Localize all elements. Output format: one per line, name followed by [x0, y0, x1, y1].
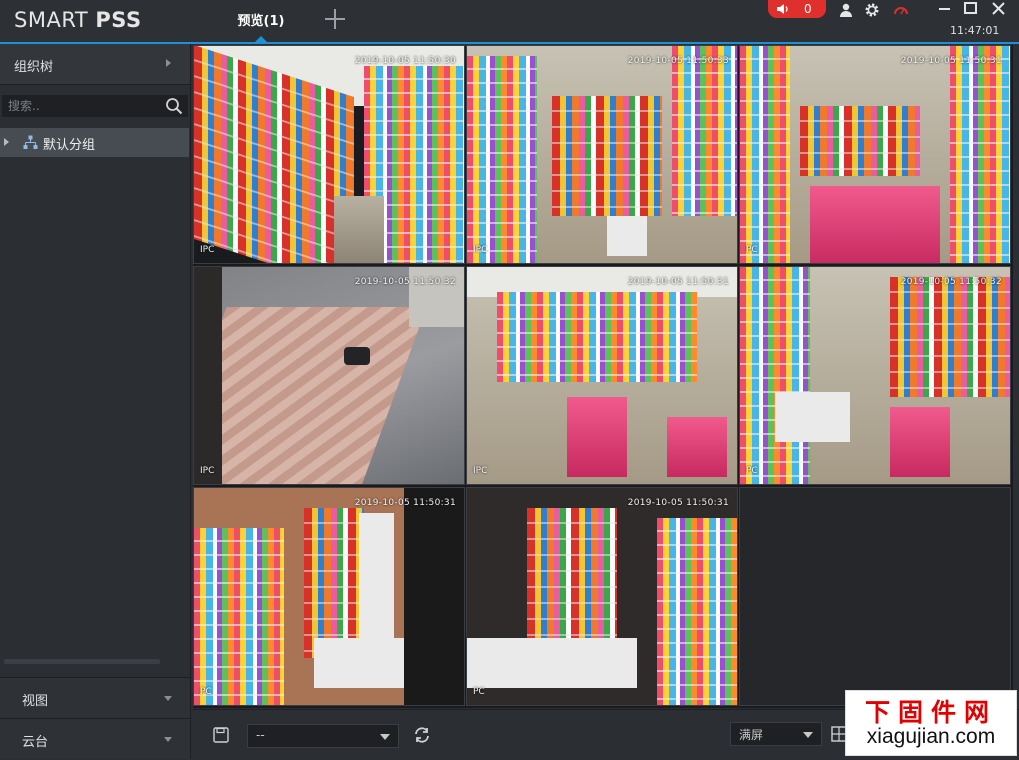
camera-feed-image: [497, 292, 697, 382]
performance-gauge-icon[interactable]: [893, 2, 909, 18]
timestamp-overlay: 2019-10-05 11:50:32: [354, 277, 456, 287]
camera-feed-image: [409, 267, 464, 327]
timestamp-overlay: 2019-10-05 11:50:33: [627, 56, 729, 66]
camera-feed-image: [467, 56, 537, 263]
camera-feed-image: [304, 508, 364, 658]
title-bar: SMART PSS 预览(1) 0 11:47:01: [0, 0, 1019, 44]
tree-item-default-group[interactable]: 默认分组: [0, 128, 189, 157]
search-icon[interactable]: [165, 97, 183, 115]
search-box: [2, 95, 188, 117]
panel-ptz-label: 云台: [22, 735, 49, 750]
video-cell[interactable]: 2019-10-05 11:50:32 PC: [739, 266, 1011, 485]
clock: 11:47:01: [950, 24, 1000, 37]
view-select-value: --: [256, 728, 265, 742]
camera-feed-image: [890, 407, 950, 477]
chevron-down-icon: [164, 696, 172, 701]
save-icon[interactable]: [213, 727, 229, 743]
watermark-cn: 下固件网: [864, 698, 997, 727]
minimize-button[interactable]: [934, 0, 956, 18]
timestamp-overlay: 2019-10-05 11:50:30: [354, 56, 456, 66]
camera-label: PC: [746, 466, 758, 476]
maximize-button[interactable]: [960, 0, 982, 18]
panel-view-label: 视图: [22, 694, 49, 709]
camera-feed-image: [552, 96, 662, 216]
video-cell[interactable]: 2019-10-05 11:50:32 IPC: [193, 266, 465, 485]
camera-feed-image: [359, 513, 394, 643]
camera-feed-image: [467, 638, 637, 688]
close-button[interactable]: [988, 0, 1010, 18]
chevron-right-icon: [166, 59, 171, 67]
camera-feed-image: [657, 518, 737, 705]
screen-mode-value: 满屏: [739, 728, 764, 742]
logo-text-bold: PSS: [95, 8, 142, 32]
alarm-badge[interactable]: 0: [768, 0, 826, 18]
camera-feed-image: [334, 196, 384, 263]
camera-feed-image: [950, 46, 1010, 263]
camera-feed-image: [194, 528, 284, 705]
camera-feed-image: [667, 417, 727, 477]
camera-label: PC: [746, 245, 758, 255]
watermark: 下固件网 xiagujian.com: [845, 690, 1017, 756]
video-cell[interactable]: 2019-10-05 11:50:31 IPC: [466, 266, 738, 485]
timestamp-overlay: 2019-10-05 11:50:31: [627, 277, 729, 287]
org-group-icon: [23, 135, 38, 149]
speaker-icon: [777, 4, 788, 14]
timestamp-overlay: 2019-10-05 11:50:31: [627, 498, 729, 508]
camera-label: IPC: [200, 466, 215, 476]
tree-item-label: 默认分组: [43, 138, 96, 153]
video-cell[interactable]: 2019-10-05 11:50:31 PC: [739, 45, 1011, 264]
camera-feed-image: [527, 508, 617, 658]
app-logo: SMART PSS: [14, 8, 142, 32]
camera-label: PC: [473, 687, 485, 697]
camera-feed-image: [607, 216, 647, 256]
sidebar-scrollbar[interactable]: [4, 659, 160, 664]
user-icon[interactable]: [838, 2, 854, 18]
camera-feed-image: [775, 392, 850, 442]
watermark-url: xiagujian.com: [866, 725, 996, 748]
camera-feed-image: [740, 267, 810, 484]
camera-feed-image: [404, 488, 464, 705]
timestamp-overlay: 2019-10-05 11:50:31: [900, 56, 1002, 66]
refresh-icon[interactable]: [412, 725, 432, 745]
org-tree-title: 组织树: [14, 60, 54, 75]
video-cell[interactable]: 2019-10-05 11:50:30 IPC: [193, 45, 465, 264]
view-select[interactable]: --: [247, 724, 399, 748]
camera-feed-image: [800, 106, 920, 176]
camera-feed-image: [567, 397, 627, 477]
org-tree-header[interactable]: 组织树: [0, 44, 190, 85]
gear-icon[interactable]: [864, 2, 880, 18]
tab-preview[interactable]: 预览(1): [226, 10, 296, 29]
logo-text: SMART: [14, 8, 96, 32]
panel-view[interactable]: 视图: [0, 677, 190, 718]
camera-feed-image: [740, 46, 790, 263]
active-tab-indicator: [255, 36, 267, 42]
camera-label: IPC: [473, 245, 488, 255]
camera-label: IPC: [473, 466, 488, 476]
screen-mode-select[interactable]: 满屏: [730, 722, 822, 746]
camera-feed-image: [672, 46, 737, 216]
dropdown-arrow-icon: [803, 732, 813, 738]
video-cell[interactable]: 2019-10-05 11:50:31 PC: [193, 487, 465, 706]
camera-feed-image: [810, 186, 940, 263]
timestamp-overlay: 2019-10-05 11:50:31: [354, 498, 456, 508]
camera-label: PC: [200, 687, 212, 697]
panel-ptz[interactable]: 云台: [0, 718, 190, 759]
camera-label: IPC: [200, 245, 215, 255]
video-cell[interactable]: 2019-10-05 11:50:33 IPC: [466, 45, 738, 264]
sidebar: 组织树 默认分组 视图 云台: [0, 44, 191, 759]
camera-feed-image: [194, 267, 222, 484]
chevron-down-icon: [164, 737, 172, 742]
add-tab-button[interactable]: [322, 6, 348, 32]
camera-feed-image: [890, 277, 1010, 397]
timestamp-overlay: 2019-10-05 11:50:32: [900, 277, 1002, 287]
camera-feed-image: [344, 347, 370, 365]
search-input[interactable]: [8, 97, 158, 115]
alarm-count: 0: [804, 2, 812, 16]
empty-video-cell[interactable]: [739, 487, 1011, 706]
expand-arrow-icon[interactable]: [4, 138, 9, 146]
dropdown-arrow-icon: [380, 734, 390, 740]
video-cell[interactable]: 2019-10-05 11:50:31 PC: [466, 487, 738, 706]
video-grid: 2019-10-05 11:50:30 IPC 2019-10-05 11:50…: [193, 45, 1013, 708]
